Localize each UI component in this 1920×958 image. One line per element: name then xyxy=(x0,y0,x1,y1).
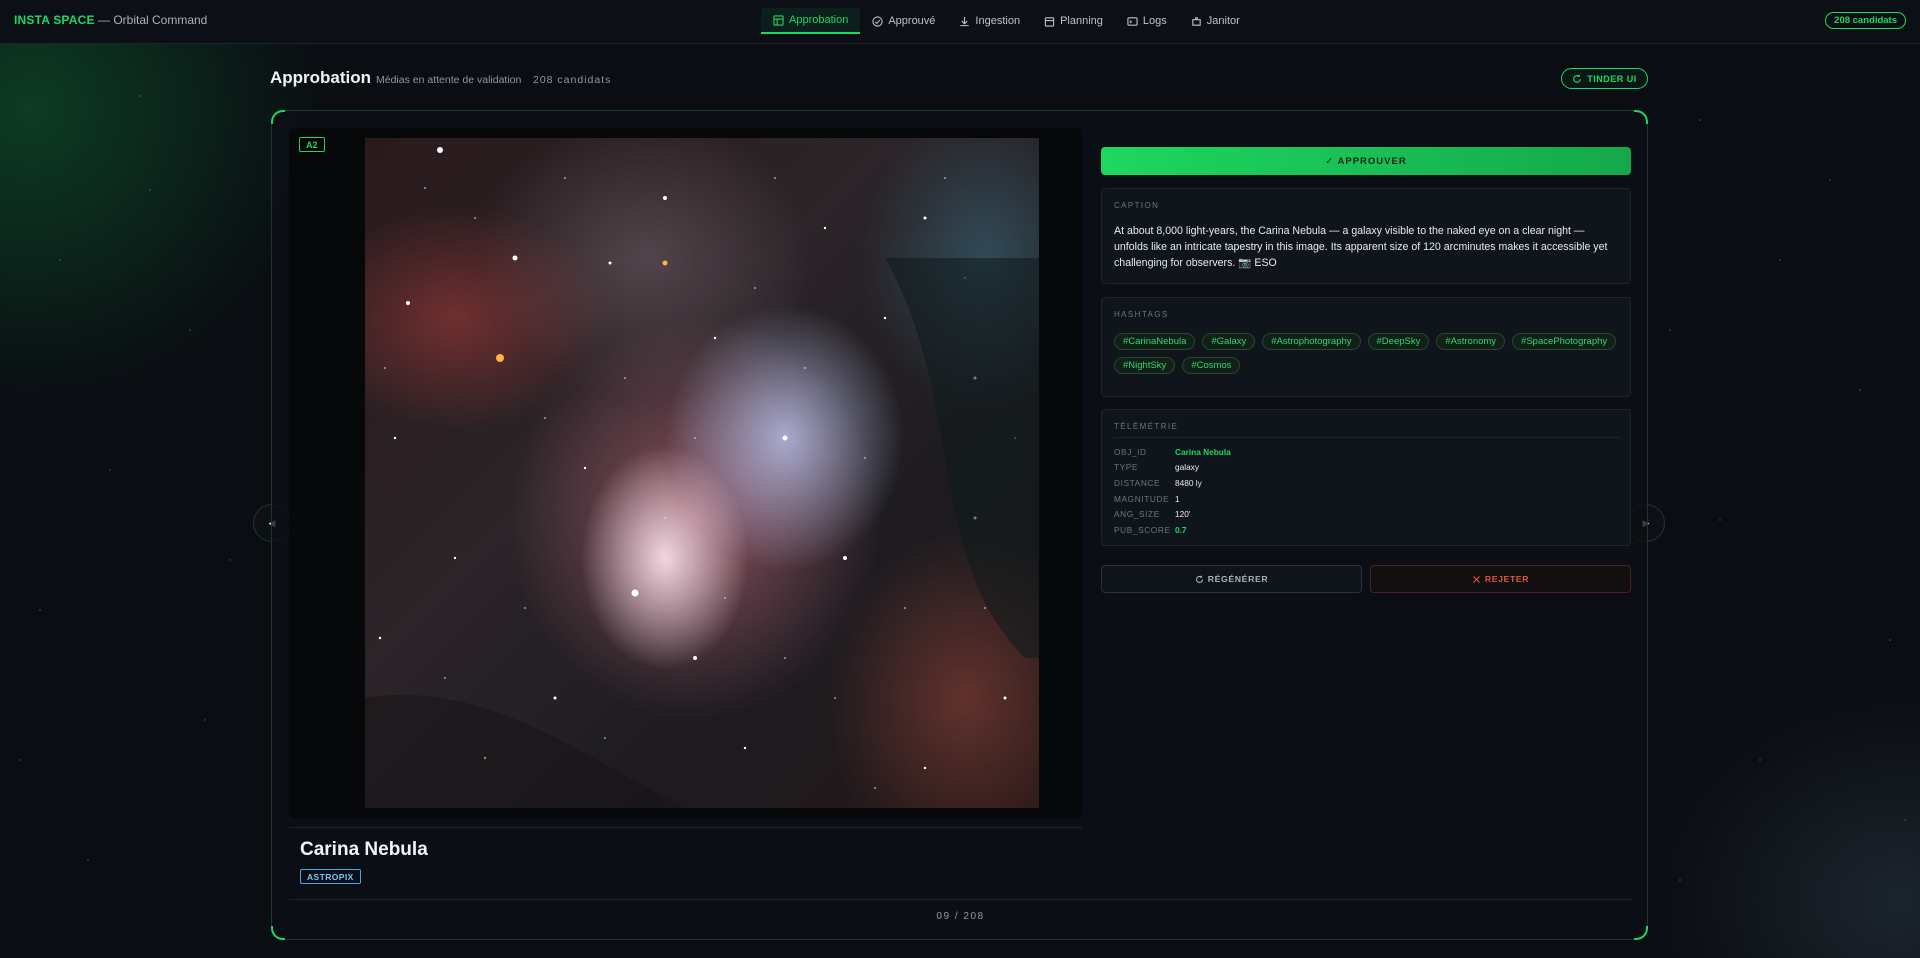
telemetry-key: TYPE xyxy=(1114,462,1139,473)
telemetry-row: OBJ_ID Carina Nebula xyxy=(1114,444,1231,460)
page-candidate-count: 208 candidats xyxy=(533,74,612,86)
refresh-icon xyxy=(1573,74,1582,83)
telemetry-panel: TÉLÉMÉTRIE OBJ_ID Carina Nebula TYPE galax… xyxy=(1101,409,1631,546)
nebula-stars xyxy=(365,147,1039,808)
telemetry-key: PUB_SCORE xyxy=(1114,524,1171,535)
telemetry-value: 120' xyxy=(1175,509,1191,520)
card-corner xyxy=(1634,926,1648,940)
hashtag-chip[interactable]: #DeepSky xyxy=(1367,333,1430,350)
reject-button[interactable]: REJETER xyxy=(1370,565,1631,593)
hashtag-chip[interactable]: #CarinaNebula xyxy=(1114,333,1196,350)
nav-planning[interactable]: Planning xyxy=(1032,8,1115,34)
telemetry-row: MAGNITUDE 1 xyxy=(1114,491,1231,507)
nav-janitor[interactable]: Janitor xyxy=(1179,8,1252,34)
page-title: Approbation xyxy=(270,68,372,87)
nav-approbation[interactable]: Approbation xyxy=(761,8,861,34)
close-icon xyxy=(1472,575,1480,583)
nav-label: Approbation xyxy=(789,14,849,26)
telemetry-value: 1 xyxy=(1175,493,1180,504)
card-corner xyxy=(271,926,285,940)
hashtags-panel: HASHTAGS #CarinaNebula #Galaxy #Astropho… xyxy=(1101,297,1631,397)
nebula-image xyxy=(365,138,1039,808)
broom-icon xyxy=(1192,16,1201,26)
telemetry-value: 8480 ly xyxy=(1175,477,1202,488)
approval-card: A2 Carina Nebula ASTROPIX 09 / 208 ✓ APP… xyxy=(271,110,1648,940)
nav-label: Logs xyxy=(1142,15,1167,27)
telemetry-row: TYPE galaxy xyxy=(1114,460,1231,476)
telemetry-row: DISTANCE 8480 ly xyxy=(1114,475,1231,491)
telemetry-label: TÉLÉMÉTRIE xyxy=(1114,422,1179,431)
nav-ingestion[interactable]: Ingestion xyxy=(947,8,1032,34)
hashtag-list: #CarinaNebula #Galaxy #Astrophotography … xyxy=(1114,333,1624,374)
media-title: Carina Nebula xyxy=(300,839,428,860)
card-corner xyxy=(271,110,285,124)
hashtag-chip[interactable]: #Cosmos xyxy=(1182,357,1241,374)
nav-approuve[interactable]: Approuvé xyxy=(860,8,947,34)
regenerate-button[interactable]: RÉGÉNÉRER xyxy=(1101,565,1362,593)
regenerate-label: RÉGÉNÉRER xyxy=(1207,574,1269,584)
terminal-icon xyxy=(1127,16,1138,26)
candidates-count-badge: 208 candidats xyxy=(1825,12,1906,29)
hashtag-chip[interactable]: #Astronomy xyxy=(1436,333,1506,350)
reject-label: REJETER xyxy=(1484,574,1530,584)
media-preview[interactable]: A2 xyxy=(289,128,1082,818)
calendar-icon xyxy=(1044,16,1055,27)
telemetry-key: OBJ_ID xyxy=(1114,446,1147,457)
telemetry-value: galaxy xyxy=(1175,462,1199,473)
nav-label: Approuvé xyxy=(888,15,936,27)
page-subtitle: Médias en attente de validation xyxy=(376,74,522,86)
telemetry-value: 0.7 xyxy=(1175,524,1187,535)
divider xyxy=(289,827,1082,828)
brand-name: INSTA SPACE xyxy=(14,13,95,27)
hashtag-chip[interactable]: #Astrophotography xyxy=(1262,333,1361,350)
hashtags-label: HASHTAGS xyxy=(1114,310,1169,319)
hashtag-chip[interactable]: #SpacePhotography xyxy=(1512,333,1617,350)
app-brand[interactable]: INSTA SPACE — Orbital Command xyxy=(14,13,207,27)
top-bar: INSTA SPACE — Orbital Command Approbatio… xyxy=(0,0,1920,44)
nav-logs[interactable]: Logs xyxy=(1115,8,1179,34)
approve-button[interactable]: ✓ APPROUVER xyxy=(1101,147,1631,175)
layout-icon xyxy=(773,14,784,26)
telemetry-row: PUB_SCORE 0.7 xyxy=(1114,522,1231,538)
telemetry-key: ANG_SIZE xyxy=(1114,509,1160,520)
telemetry-value: Carina Nebula xyxy=(1175,446,1231,457)
telemetry-key: DISTANCE xyxy=(1114,477,1161,488)
tinder-ui-label: TINDER UI xyxy=(1587,73,1637,84)
nav-label: Planning xyxy=(1060,15,1103,27)
check-circle-icon xyxy=(872,15,883,27)
source-badge: ASTROPIX xyxy=(300,869,361,884)
media-format-badge: A2 xyxy=(299,137,325,152)
card-corner xyxy=(1634,110,1648,124)
hashtag-chip[interactable]: #Galaxy xyxy=(1202,333,1256,350)
divider xyxy=(1114,437,1620,438)
main-nav: Approbation Approuvé Ingestion Planning … xyxy=(761,8,1252,34)
caption-label: CAPTION xyxy=(1114,201,1160,210)
telemetry-table: OBJ_ID Carina Nebula TYPE galaxy DISTANCE 8… xyxy=(1114,444,1231,538)
telemetry-key: MAGNITUDE xyxy=(1114,493,1170,504)
caption-panel: CAPTION At about 8,000 light-years, the … xyxy=(1101,188,1631,284)
refresh-icon xyxy=(1195,575,1203,583)
tinder-ui-button[interactable]: TINDER UI xyxy=(1561,68,1648,89)
telemetry-row: ANG_SIZE 120' xyxy=(1114,506,1231,522)
hashtag-chip[interactable]: #NightSky xyxy=(1114,357,1176,374)
download-icon xyxy=(960,16,970,26)
caption-text[interactable]: At about 8,000 light-years, the Carina N… xyxy=(1114,223,1620,271)
nav-label: Ingestion xyxy=(975,15,1021,27)
pagination-indicator: 09 / 208 xyxy=(936,911,985,922)
brand-subtitle: — Orbital Command xyxy=(94,13,208,27)
nav-label: Janitor xyxy=(1206,15,1240,27)
divider xyxy=(289,899,1632,900)
